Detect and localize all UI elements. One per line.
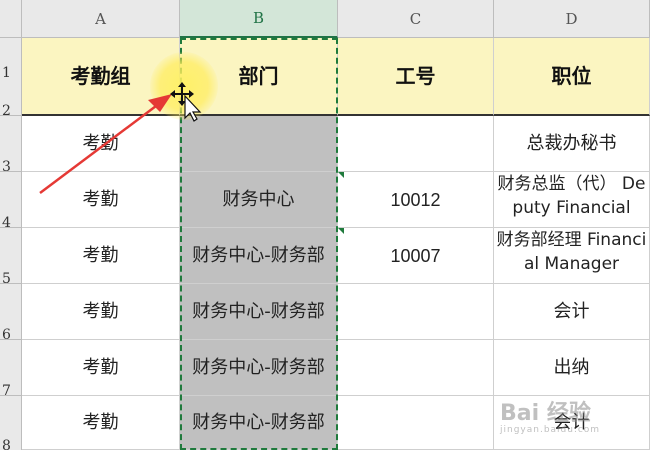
table-cell[interactable]: 财务总监（代） Deputy Financial xyxy=(494,172,650,228)
cell-error-indicator-icon xyxy=(338,228,344,234)
table-cell[interactable]: 财务部经理 Financial Manager xyxy=(494,228,650,284)
table-cell[interactable]: 会计 xyxy=(494,396,650,450)
table-cell[interactable]: 财务中心-财务部 xyxy=(180,228,338,284)
table-cell[interactable]: 财务中心-财务部 xyxy=(180,284,338,340)
header-cell-department[interactable]: 部门 xyxy=(180,38,338,116)
table-cell[interactable]: 会计 xyxy=(494,284,650,340)
table-cell[interactable]: 考勤 xyxy=(22,396,180,450)
row-header-3[interactable]: 3 xyxy=(0,116,22,175)
table-cell[interactable]: 财务中心-财务部 xyxy=(180,396,338,450)
table-cell[interactable]: 10012 xyxy=(338,172,494,228)
row-header-4[interactable]: 4 xyxy=(0,172,22,231)
cell-error-indicator-icon xyxy=(338,172,344,178)
row-header-7[interactable]: 7 xyxy=(0,340,22,399)
row-header-2[interactable]: 2 xyxy=(0,77,22,119)
table-cell[interactable]: 出纳 xyxy=(494,340,650,396)
table-cell[interactable]: 财务中心 xyxy=(180,172,338,228)
table-cell[interactable]: 考勤 xyxy=(22,172,180,228)
column-header-c[interactable]: C xyxy=(338,0,494,38)
select-all-corner[interactable] xyxy=(0,0,22,38)
header-cell-position[interactable]: 职位 xyxy=(494,38,650,116)
row-header-6[interactable]: 6 xyxy=(0,284,22,343)
table-cell[interactable] xyxy=(338,340,494,396)
header-cell-employee-id[interactable]: 工号 xyxy=(338,38,494,116)
row-header-5[interactable]: 5 xyxy=(0,228,22,287)
table-cell[interactable]: 财务中心-财务部 xyxy=(180,340,338,396)
spreadsheet-grid: A B C D 1 2 3 4 5 6 7 8 考勤组 部门 工号 职位 考勤 … xyxy=(0,0,650,454)
table-cell[interactable] xyxy=(338,116,494,172)
table-cell[interactable]: 考勤 xyxy=(22,116,180,172)
table-cell[interactable]: 10007 xyxy=(338,228,494,284)
column-header-b[interactable]: B xyxy=(180,0,338,38)
column-header-d[interactable]: D xyxy=(494,0,650,38)
table-cell[interactable] xyxy=(338,284,494,340)
table-cell[interactable]: 总裁办秘书 xyxy=(494,116,650,172)
table-cell[interactable] xyxy=(338,396,494,450)
row-header-1[interactable]: 1 xyxy=(0,38,22,81)
table-cell[interactable]: 考勤 xyxy=(22,284,180,340)
row-header-8[interactable]: 8 xyxy=(0,396,22,454)
table-cell[interactable] xyxy=(180,116,338,172)
column-header-a[interactable]: A xyxy=(22,0,180,38)
table-cell[interactable]: 考勤 xyxy=(22,340,180,396)
table-cell[interactable]: 考勤 xyxy=(22,228,180,284)
header-cell-attendance-group[interactable]: 考勤组 xyxy=(22,38,180,116)
